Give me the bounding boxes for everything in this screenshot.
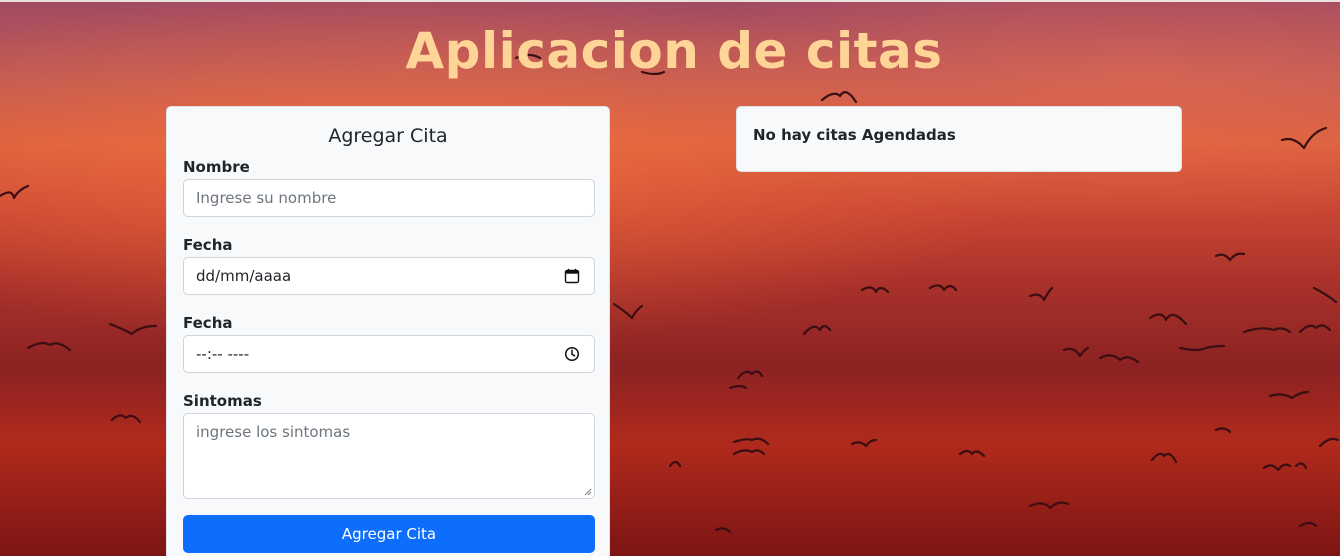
time-value: --:-- ---- — [196, 345, 250, 363]
symptoms-placeholder: ingrese los sintomas — [196, 423, 351, 441]
appointment-form-card: Agregar Cita Nombre Ingrese su nombre Fe… — [166, 106, 610, 556]
date-label: Fecha — [183, 236, 233, 254]
name-label: Nombre — [183, 158, 250, 176]
add-appointment-button[interactable]: Agregar Cita — [183, 515, 595, 553]
name-input[interactable]: Ingrese su nombre — [183, 179, 595, 217]
page-title: Aplicacion de citas — [405, 22, 943, 80]
name-placeholder: Ingrese su nombre — [196, 189, 337, 207]
date-input[interactable]: dd/mm/aaaa — [183, 257, 595, 295]
calendar-icon[interactable] — [564, 268, 580, 284]
symptoms-label: Sintomas — [183, 392, 262, 410]
empty-appointments-message: No hay citas Agendadas — [753, 126, 956, 144]
resize-grip-icon[interactable] — [584, 488, 592, 496]
time-label: Fecha — [183, 314, 233, 332]
form-title: Agregar Cita — [328, 125, 448, 147]
symptoms-textarea[interactable]: ingrese los sintomas — [183, 413, 595, 499]
date-value: dd/mm/aaaa — [196, 267, 292, 285]
time-input[interactable]: --:-- ---- — [183, 335, 595, 373]
appointments-list-card: No hay citas Agendadas — [736, 106, 1182, 172]
clock-icon[interactable] — [564, 346, 580, 362]
